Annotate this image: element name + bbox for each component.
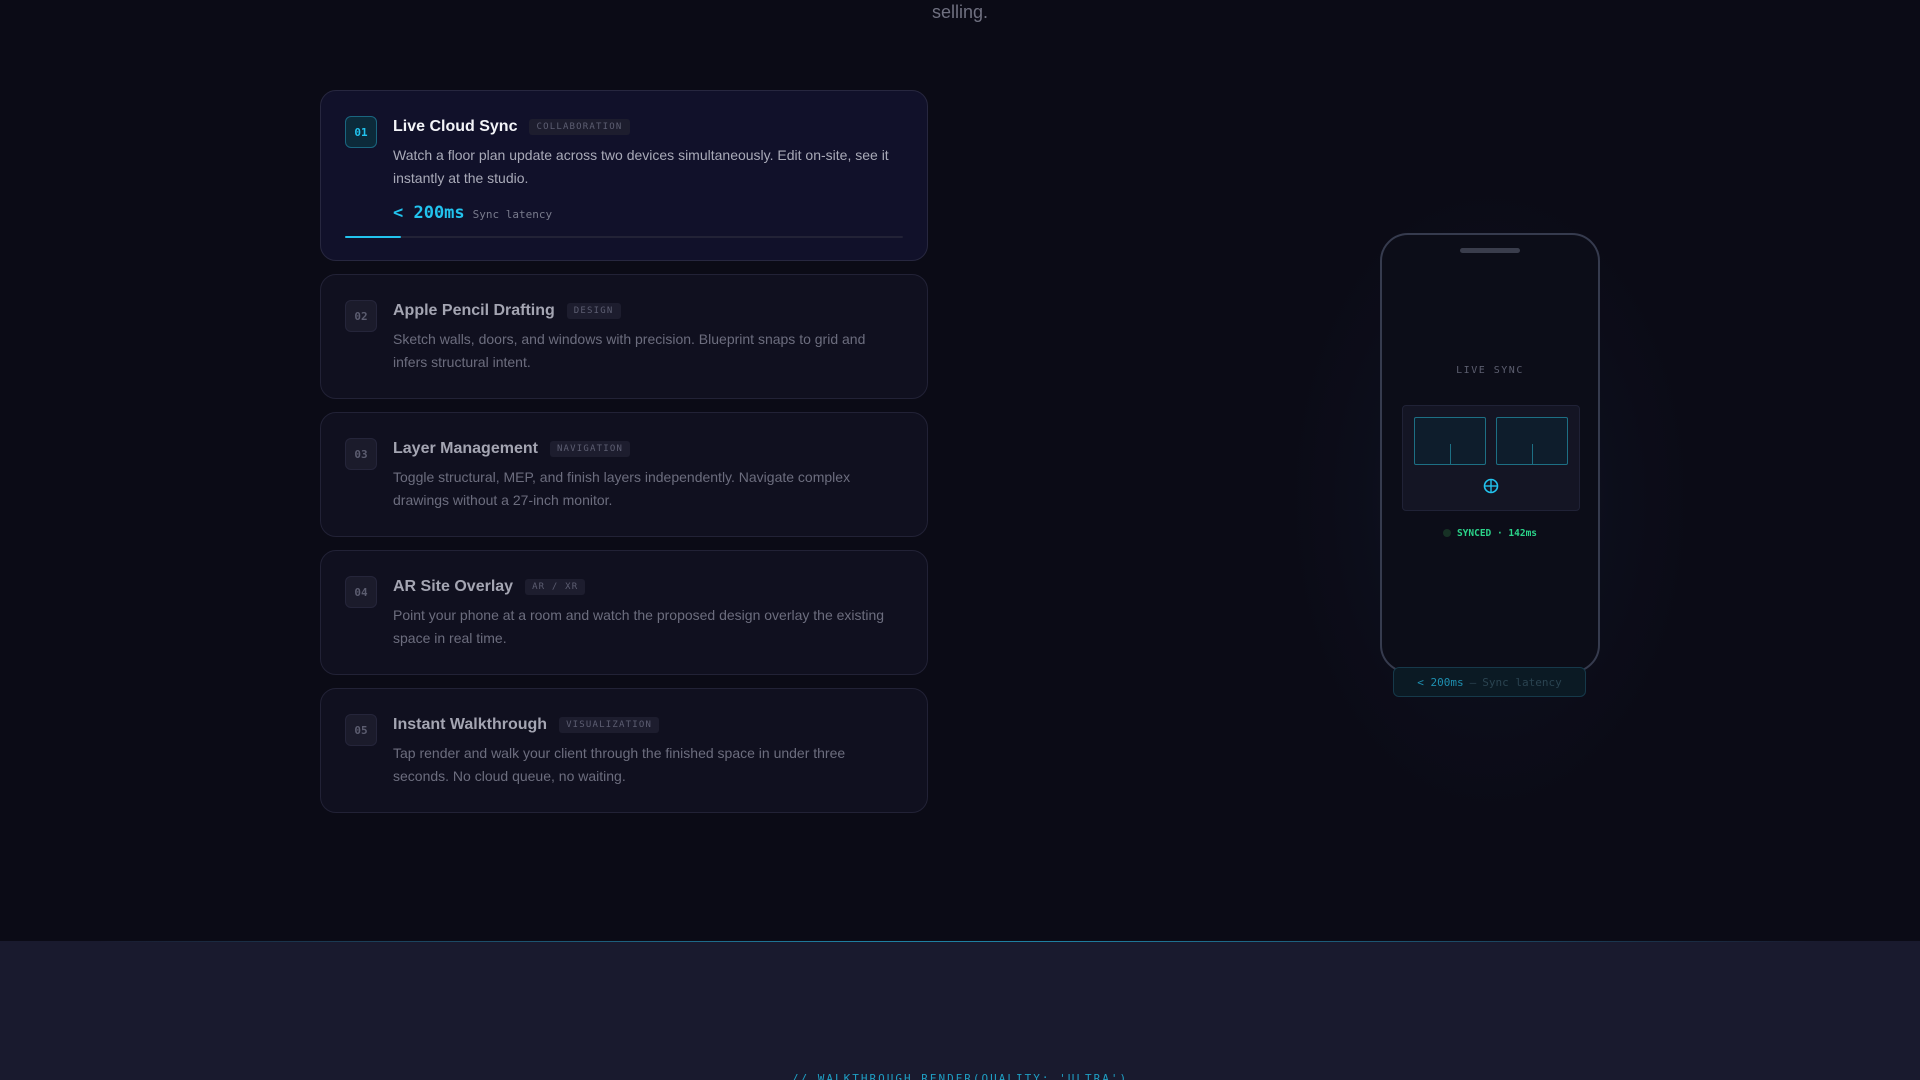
latency-chip: < 200ms — Sync latency <box>1393 667 1586 697</box>
feature-title-row: AR Site Overlay AR / XR <box>393 575 903 599</box>
feature-number: 03 <box>345 438 377 470</box>
feature-description: Tap render and walk your client through … <box>393 745 846 784</box>
status-dot-icon <box>1442 529 1451 537</box>
metric-value: < 200ms <box>393 203 465 223</box>
feature-number: 05 <box>345 714 377 746</box>
feature-title: Live Cloud Sync <box>393 118 518 135</box>
feature-list: 01 Live Cloud Sync COLLABORATION Watch a… <box>320 90 928 813</box>
section-code-label: // WALKTHROUGH.RENDER(QUALITY: 'ULTRA') <box>791 1072 1129 1080</box>
phone-notch <box>1460 248 1520 253</box>
feature-title-row: Instant Walkthrough VISUALIZATION <box>393 713 903 737</box>
feature-title-row: Layer Management NAVIGATION <box>393 437 903 461</box>
feature-title-row: Live Cloud Sync COLLABORATION <box>393 115 903 139</box>
feature-progress-fill <box>345 236 401 238</box>
section-intro-text: selling. <box>931 2 989 22</box>
device-left-floorplan <box>1414 417 1486 465</box>
feature-title: Instant Walkthrough <box>393 716 548 733</box>
sync-globe-icon <box>1483 478 1499 494</box>
feature-card-live-cloud-sync[interactable]: 01 Live Cloud Sync COLLABORATION Watch a… <box>320 90 928 261</box>
feature-description: Toggle structural, MEP, and finish layer… <box>393 469 851 508</box>
sync-status: SYNCED · 142ms <box>1382 528 1598 539</box>
feature-progress-bar <box>345 236 903 238</box>
feature-card-layer-management[interactable]: 03 Layer Management NAVIGATION Toggle st… <box>320 412 928 537</box>
chip-separator: — <box>1469 675 1477 689</box>
feature-card-instant-walkthrough[interactable]: 05 Instant Walkthrough VISUALIZATION Tap… <box>320 688 928 813</box>
feature-title-row: Apple Pencil Drafting DESIGN <box>393 299 903 323</box>
feature-title: AR Site Overlay <box>393 578 514 595</box>
section-divider <box>0 941 1920 942</box>
feature-card-ar-site-overlay[interactable]: 04 AR Site Overlay AR / XR Point your ph… <box>320 550 928 675</box>
phone-screen-title: LIVE SYNC <box>1456 365 1524 376</box>
page: selling. 01 Live Cloud Sync COLLABORATIO… <box>0 0 1920 1080</box>
feature-tag: DESIGN <box>566 303 621 319</box>
feature-card-apple-pencil-drafting[interactable]: 02 Apple Pencil Drafting DESIGN Sketch w… <box>320 274 928 399</box>
chip-value: < 200ms <box>1417 675 1464 689</box>
feature-title: Layer Management <box>393 440 538 457</box>
feature-description: Watch a floor plan update across two dev… <box>393 147 889 186</box>
feature-number: 02 <box>345 300 377 332</box>
next-section <box>0 941 1920 1080</box>
metric-label: Sync latency <box>472 208 553 221</box>
feature-tag: AR / XR <box>525 579 586 595</box>
sync-panel <box>1402 405 1580 511</box>
feature-tag: VISUALIZATION <box>559 717 660 733</box>
feature-tag: NAVIGATION <box>549 441 631 457</box>
feature-title: Apple Pencil Drafting <box>393 302 555 319</box>
feature-description: Point your phone at a room and watch the… <box>393 607 885 646</box>
feature-tag: COLLABORATION <box>529 119 630 135</box>
sync-status-text: SYNCED · 142ms <box>1456 528 1538 539</box>
feature-number: 04 <box>345 576 377 608</box>
feature-metric: < 200ms Sync latency <box>393 203 903 223</box>
device-right-floorplan <box>1496 417 1568 465</box>
feature-description: Sketch walls, doors, and windows with pr… <box>393 331 866 370</box>
chip-label: Sync latency <box>1482 675 1562 689</box>
feature-number: 01 <box>345 116 377 148</box>
phone-mockup: LIVE SYNC SYNCED · 142ms <box>1380 233 1600 673</box>
